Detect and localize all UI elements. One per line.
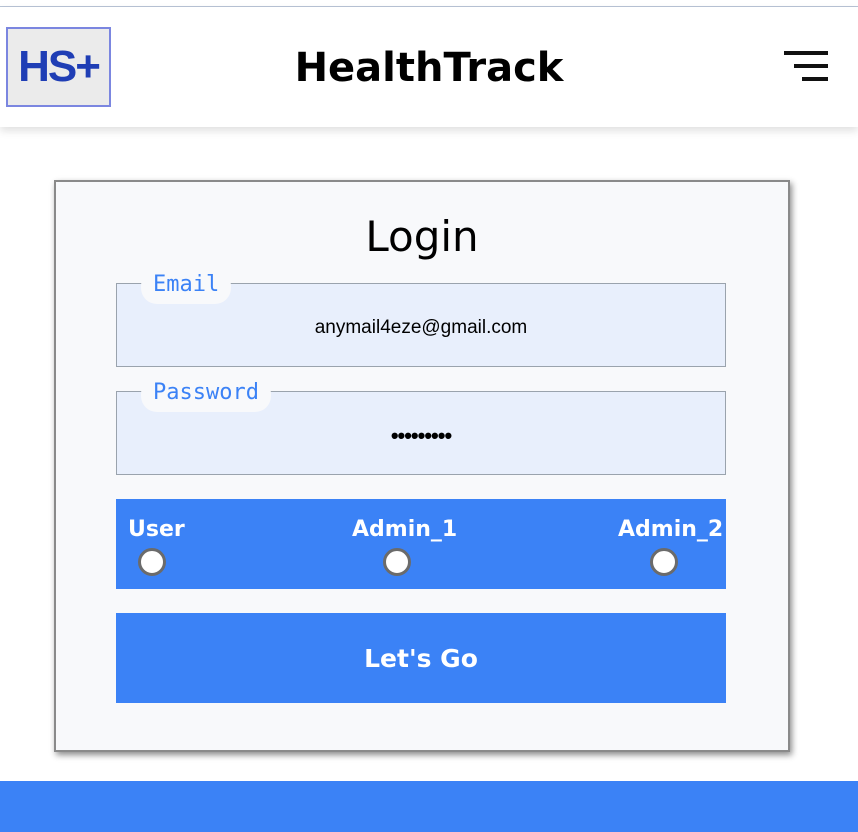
login-card: Login Email Password User Admin_1 Admin_… [54,180,790,752]
role-option-admin-1[interactable]: Admin_1 [352,517,457,576]
footer [0,781,858,832]
role-option-admin-2[interactable]: Admin_2 [618,517,723,576]
password-label: Password [141,378,271,412]
email-input[interactable] [117,310,725,346]
password-fieldset: Password [116,378,726,475]
password-input[interactable] [117,418,725,454]
role-label: Admin_1 [352,517,458,542]
email-fieldset: Email [116,270,726,367]
submit-button[interactable]: Let's Go [116,613,726,703]
radio-admin-2[interactable] [650,548,678,576]
role-selector: User Admin_1 Admin_2 [116,499,726,589]
app-title: HealthTrack [294,45,564,91]
role-label: Admin_2 [618,517,724,542]
radio-user[interactable] [138,548,166,576]
hamburger-menu-icon[interactable] [784,51,828,83]
login-title: Login [365,212,479,261]
header: HS+ HealthTrack [0,7,858,127]
role-label: User [128,517,185,542]
role-option-user[interactable]: User [128,517,185,576]
email-label: Email [141,270,232,304]
radio-admin-1[interactable] [383,548,411,576]
